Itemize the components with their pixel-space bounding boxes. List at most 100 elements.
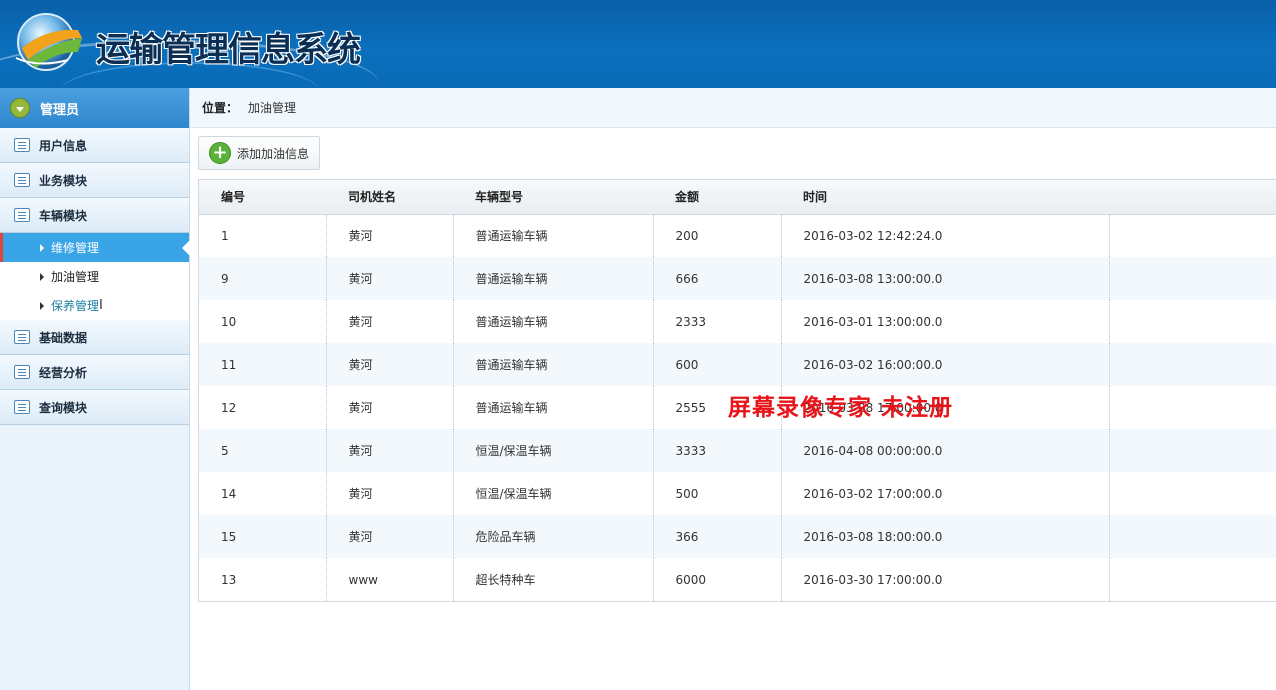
column-header-vehicle-model[interactable]: 车辆型号: [453, 180, 653, 215]
cell-vehicle-model: 危险品车辆: [453, 515, 654, 558]
sidebar-subitem-maintenance[interactable]: 保养管理 Ι: [0, 291, 189, 320]
caret-right-icon: [40, 301, 44, 310]
cell-empty: [1109, 429, 1276, 472]
cell-id: 12: [199, 386, 327, 429]
list-icon: [14, 208, 30, 222]
cell-empty: [1109, 515, 1276, 558]
cell-id: 9: [199, 257, 327, 300]
table-header-row: 编号 司机姓名 车辆型号 金额 时间: [199, 180, 1276, 215]
cell-vehicle-model: 普通运输车辆: [453, 343, 654, 386]
cell-empty: [1109, 214, 1276, 257]
table-row[interactable]: 13 www 超长特种车 6000 2016-03-30 17:00:00.0: [199, 558, 1276, 601]
cell-id: 10: [199, 300, 327, 343]
cell-vehicle-model: 恒温/保温车辆: [453, 472, 654, 515]
cell-time: 2016-03-02 12:42:24.0: [781, 214, 1110, 257]
sidebar-item-user-info[interactable]: 用户信息: [0, 128, 189, 163]
sidebar: 管理员 用户信息 业务模块 车辆模块 维修管理 加油管理 保养管理 Ι 基础数据…: [0, 88, 190, 690]
sidebar-item-analysis[interactable]: 经营分析: [0, 355, 189, 390]
sidebar-item-label: 基础数据: [39, 330, 88, 345]
sidebar-subitem-label: 保养管理: [51, 299, 100, 313]
breadcrumb-current: 加油管理: [248, 101, 297, 115]
cell-time: 2016-03-02 17:00:00.0: [781, 472, 1110, 515]
sidebar-subitem-refuel[interactable]: 加油管理: [0, 262, 189, 291]
cell-amount: 366: [653, 515, 782, 558]
cell-driver: 黄河: [326, 386, 454, 429]
chevron-down-icon: [10, 98, 30, 118]
sidebar-role-header[interactable]: 管理员: [0, 88, 189, 128]
add-refuel-button[interactable]: + 添加加油信息: [198, 136, 321, 170]
sidebar-subitem-label: 加油管理: [51, 270, 100, 284]
cell-id: 15: [199, 515, 327, 558]
cell-amount: 500: [653, 472, 782, 515]
cell-vehicle-model: 恒温/保温车辆: [453, 429, 654, 472]
table-row[interactable]: 1 黄河 普通运输车辆 200 2016-03-02 12:42:24.0: [199, 214, 1276, 257]
sidebar-item-label: 经营分析: [39, 365, 88, 380]
cell-id: 13: [199, 558, 327, 601]
list-icon: [14, 138, 30, 152]
cell-empty: [1109, 472, 1276, 515]
list-icon: [14, 330, 30, 344]
list-icon: [14, 365, 30, 379]
sidebar-subitem-label: 维修管理: [51, 241, 100, 255]
cell-vehicle-model: 普通运输车辆: [453, 386, 654, 429]
sidebar-item-label: 查询模块: [39, 400, 88, 415]
main-content: 位置： 加油管理 + 添加加油信息 编号 司机姓名 车辆型号 金额 时间 1 黄河…: [190, 88, 1276, 690]
cell-vehicle-model: 超长特种车: [453, 558, 654, 601]
cell-driver: www: [326, 558, 454, 601]
sidebar-item-query[interactable]: 查询模块: [0, 390, 189, 425]
sidebar-item-business[interactable]: 业务模块: [0, 163, 189, 198]
cell-id: 11: [199, 343, 327, 386]
cell-id: 5: [199, 429, 327, 472]
cell-driver: 黄河: [326, 472, 454, 515]
cell-amount: 600: [653, 343, 782, 386]
cell-time: 2016-03-01 13:00:00.0: [781, 300, 1110, 343]
cell-driver: 黄河: [326, 343, 454, 386]
list-icon: [14, 173, 30, 187]
table-row[interactable]: 9 黄河 普通运输车辆 666 2016-03-08 13:00:00.0: [199, 257, 1276, 300]
column-header-amount[interactable]: 金额: [653, 180, 781, 215]
role-label: 管理员: [40, 102, 80, 118]
column-header-driver[interactable]: 司机姓名: [326, 180, 453, 215]
toolbar: + 添加加油信息: [198, 136, 321, 170]
add-refuel-label: 添加加油信息: [237, 146, 310, 161]
plus-icon: +: [209, 142, 231, 164]
table-row[interactable]: 14 黄河 恒温/保温车辆 500 2016-03-02 17:00:00.0: [199, 472, 1276, 515]
cell-driver: 黄河: [326, 515, 454, 558]
app-header: 运输管理信息系统: [0, 0, 1276, 88]
cell-driver: 黄河: [326, 214, 454, 257]
cell-id: 14: [199, 472, 327, 515]
sidebar-item-vehicle[interactable]: 车辆模块: [0, 198, 189, 233]
sidebar-item-label: 业务模块: [39, 173, 88, 188]
table-row[interactable]: 15 黄河 危险品车辆 366 2016-03-08 18:00:00.0: [199, 515, 1276, 558]
globe-logo-icon: [15, 13, 82, 71]
caret-right-icon: [40, 243, 44, 252]
cell-driver: 黄河: [326, 429, 454, 472]
cell-empty: [1109, 343, 1276, 386]
cell-time: 2016-03-02 16:00:00.0: [781, 343, 1110, 386]
caret-right-icon: [40, 272, 44, 281]
cell-empty: [1109, 386, 1276, 429]
cell-amount: 6000: [653, 558, 782, 601]
cell-empty: [1109, 300, 1276, 343]
sidebar-item-label: 车辆模块: [39, 208, 88, 223]
app-title: 运输管理信息系统: [96, 30, 361, 70]
cell-vehicle-model: 普通运输车辆: [453, 214, 654, 257]
table-row[interactable]: 5 黄河 恒温/保温车辆 3333 2016-04-08 00:00:00.0: [199, 429, 1276, 472]
table-row[interactable]: 10 黄河 普通运输车辆 2333 2016-03-01 13:00:00.0: [199, 300, 1276, 343]
text-cursor-icon: Ι: [99, 298, 103, 313]
cell-amount: 2333: [653, 300, 782, 343]
cell-id: 1: [199, 214, 327, 257]
cell-empty: [1109, 558, 1276, 601]
sidebar-subitem-repair[interactable]: 维修管理: [0, 233, 190, 262]
table-row[interactable]: 11 黄河 普通运输车辆 600 2016-03-02 16:00:00.0: [199, 343, 1276, 386]
column-header-id[interactable]: 编号: [199, 180, 326, 215]
cell-amount: 200: [653, 214, 782, 257]
sidebar-item-base-data[interactable]: 基础数据: [0, 320, 189, 355]
cell-vehicle-model: 普通运输车辆: [453, 300, 654, 343]
sidebar-item-label: 用户信息: [39, 138, 88, 153]
cell-vehicle-model: 普通运输车辆: [453, 257, 654, 300]
cell-empty: [1109, 257, 1276, 300]
list-icon: [14, 400, 30, 414]
cell-time: 2016-03-08 18:00:00.0: [781, 515, 1110, 558]
column-header-time[interactable]: 时间: [781, 180, 1109, 215]
